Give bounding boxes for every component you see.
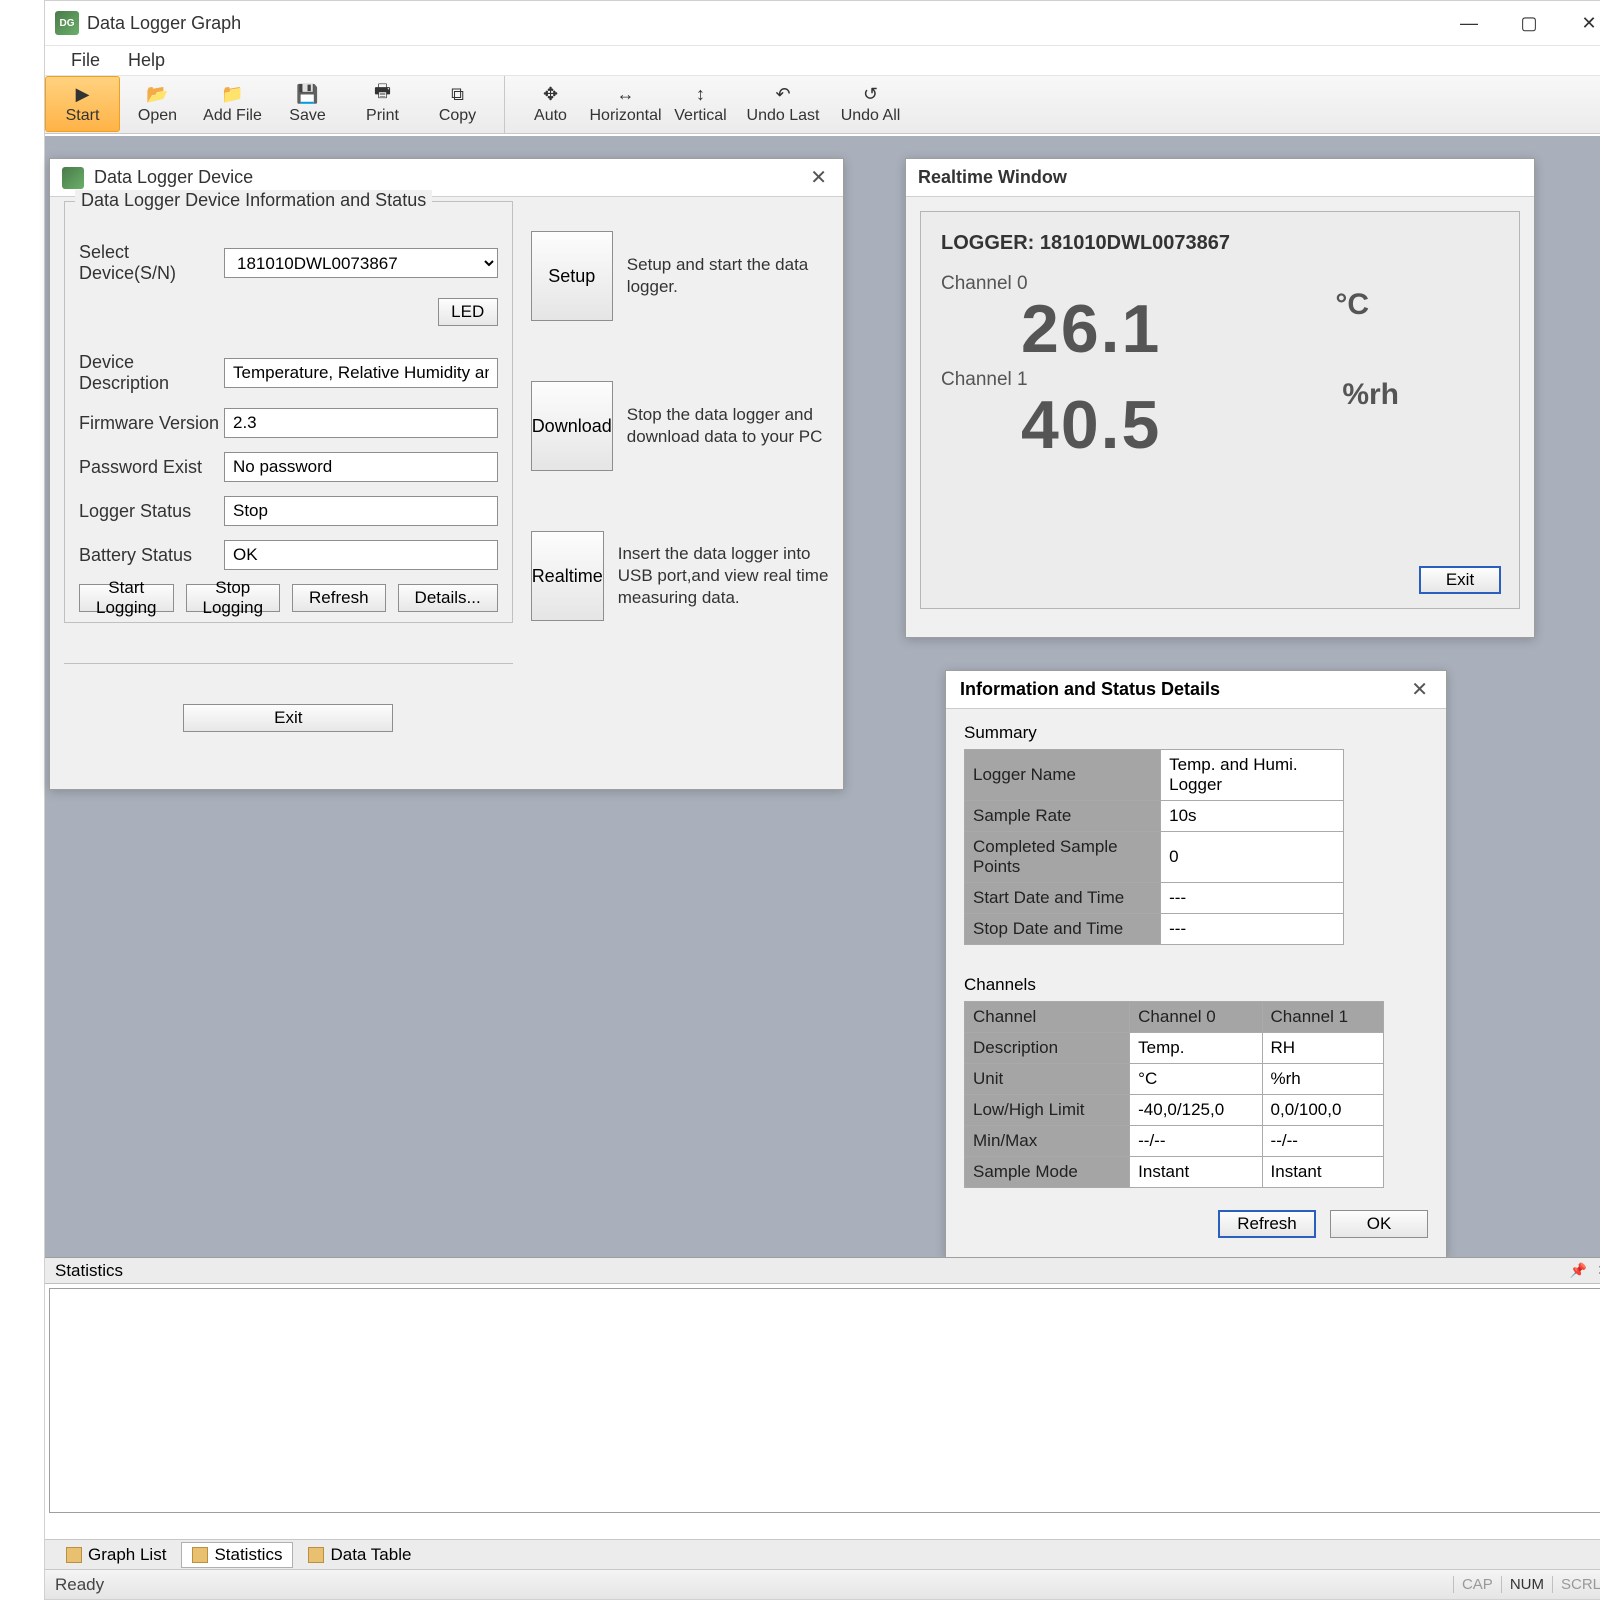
details-close-button[interactable]: ✕	[1407, 677, 1432, 702]
device-dialog: Data Logger Device ✕ Data Logger Device …	[49, 158, 844, 790]
pw-field	[224, 452, 498, 482]
toolbar-undo-all[interactable]: ↺Undo All	[828, 76, 913, 132]
maximize-button[interactable]: ▢	[1499, 1, 1559, 46]
details-title: Information and Status Details ✕	[946, 671, 1446, 709]
toolbar-open[interactable]: 📂Open	[120, 76, 195, 132]
stop-logging-button[interactable]: Stop Logging	[186, 584, 281, 612]
fw-label: Firmware Version	[79, 413, 224, 434]
battery-field	[224, 540, 498, 570]
menu-help[interactable]: Help	[114, 46, 179, 75]
refresh-button[interactable]: Refresh	[292, 584, 386, 612]
print-icon: 🖶	[372, 83, 394, 105]
realtime-exit-button[interactable]: Exit	[1419, 566, 1501, 594]
graph-list-icon	[66, 1547, 82, 1563]
details-refresh-button[interactable]: Refresh	[1218, 1210, 1316, 1238]
channels-table: ChannelChannel 0Channel 1 DescriptionTem…	[964, 1001, 1384, 1188]
battery-label: Battery Status	[79, 545, 224, 566]
desc-label: Device Description	[79, 352, 224, 394]
close-button[interactable]: ✕	[1559, 1, 1600, 46]
realtime-title: Realtime Window	[906, 159, 1534, 197]
status-num: NUM	[1501, 1576, 1552, 1593]
data-table-icon	[308, 1547, 324, 1563]
device-dialog-icon	[62, 167, 84, 189]
folder-icon: 📂	[147, 83, 169, 105]
app-title: Data Logger Graph	[87, 13, 1439, 34]
app-icon: DG	[55, 11, 79, 35]
start-logging-button[interactable]: Start Logging	[79, 584, 174, 612]
pw-label: Password Exist	[79, 457, 224, 478]
arrows-v-icon: ↕	[690, 83, 712, 105]
realtime-button[interactable]: Realtime	[531, 531, 604, 621]
status-label: Logger Status	[79, 501, 224, 522]
bottom-tabs: Graph List Statistics Data Table	[45, 1539, 1600, 1569]
realtime-text: Insert the data logger into USB port,and…	[618, 543, 829, 609]
realtime-ch0-unit: °C	[1335, 288, 1369, 322]
toolbar-print[interactable]: 🖶Print	[345, 76, 420, 132]
status-cap: CAP	[1453, 1576, 1501, 1593]
toolbar: ▶Start 📂Open 📁Add File 💾Save 🖶Print ⧉Cop…	[45, 76, 1600, 134]
select-device-dropdown[interactable]: 181010DWL0073867	[224, 248, 498, 278]
menu-file[interactable]: File	[57, 46, 114, 75]
main-window: DG Data Logger Graph — ▢ ✕ File Help ▶St…	[44, 0, 1600, 1600]
play-icon: ▶	[72, 83, 94, 105]
realtime-logger-label: LOGGER: 181010DWL0073867	[941, 232, 1499, 255]
device-dialog-close[interactable]: ✕	[806, 165, 831, 190]
summary-label: Summary	[964, 723, 1428, 743]
folder-plus-icon: 📁	[222, 83, 244, 105]
copy-icon: ⧉	[447, 83, 469, 105]
statistics-body	[49, 1288, 1600, 1513]
realtime-ch1-unit: %rh	[1342, 378, 1399, 412]
setup-text: Setup and start the data logger.	[627, 254, 829, 298]
tab-graph-list[interactable]: Graph List	[55, 1542, 177, 1568]
tab-statistics[interactable]: Statistics	[181, 1542, 293, 1568]
summary-table: Logger NameTemp. and Humi. Logger Sample…	[964, 749, 1344, 945]
download-text: Stop the data logger and download data t…	[627, 404, 829, 448]
menubar: File Help	[45, 46, 1600, 76]
status-ready: Ready	[55, 1575, 104, 1595]
minimize-button[interactable]: —	[1439, 1, 1499, 46]
arrows-move-icon: ✥	[540, 83, 562, 105]
toolbar-vertical[interactable]: ↕Vertical	[663, 76, 738, 132]
toolbar-start[interactable]: ▶Start	[45, 76, 120, 132]
select-device-label: Select Device(S/N)	[79, 242, 224, 284]
device-exit-button[interactable]: Exit	[183, 704, 393, 732]
toolbar-copy[interactable]: ⧉Copy	[420, 76, 495, 132]
pin-icon[interactable]: 📌	[1570, 1262, 1587, 1279]
statistics-icon	[192, 1547, 208, 1563]
save-icon: 💾	[297, 83, 319, 105]
fw-field	[224, 408, 498, 438]
device-group-title: Data Logger Device Information and Statu…	[75, 190, 432, 211]
desc-field[interactable]	[224, 358, 498, 388]
led-button[interactable]: LED	[438, 298, 498, 326]
titlebar: DG Data Logger Graph — ▢ ✕	[45, 1, 1600, 46]
statistics-panel: Statistics 📌 ✕	[45, 1257, 1600, 1517]
tab-data-table[interactable]: Data Table	[297, 1542, 422, 1568]
status-scrl: SCRL	[1552, 1576, 1600, 1593]
toolbar-undo-last[interactable]: ↶Undo Last	[738, 76, 828, 132]
realtime-ch1-value: 40.5	[941, 391, 1499, 459]
download-button[interactable]: Download	[531, 381, 613, 471]
toolbar-horizontal[interactable]: ↔Horizontal	[588, 76, 663, 132]
toolbar-save[interactable]: 💾Save	[270, 76, 345, 132]
status-field	[224, 496, 498, 526]
undo-all-icon: ↺	[860, 83, 882, 105]
realtime-ch0-value: 26.1	[941, 295, 1499, 363]
statistics-panel-title: Statistics	[55, 1261, 123, 1281]
details-ok-button[interactable]: OK	[1330, 1210, 1428, 1238]
arrows-h-icon: ↔	[615, 83, 637, 105]
details-button[interactable]: Details...	[398, 584, 498, 612]
setup-button[interactable]: Setup	[531, 231, 613, 321]
channels-label: Channels	[964, 975, 1428, 995]
realtime-window: Realtime Window LOGGER: 181010DWL0073867…	[905, 158, 1535, 638]
statusbar: Ready CAP NUM SCRL	[45, 1569, 1600, 1599]
details-dialog: Information and Status Details ✕ Summary…	[945, 670, 1447, 1258]
undo-icon: ↶	[772, 83, 794, 105]
toolbar-add-file[interactable]: 📁Add File	[195, 76, 270, 132]
toolbar-auto[interactable]: ✥Auto	[513, 76, 588, 132]
toolbar-divider	[495, 76, 505, 133]
